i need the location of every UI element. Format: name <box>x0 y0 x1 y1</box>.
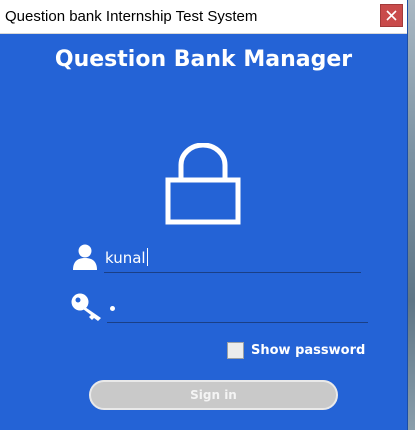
sign-in-label: Sign in <box>190 388 237 402</box>
title-bar[interactable]: Question bank Internship Test System <box>0 0 407 34</box>
window-title: Question bank Internship Test System <box>5 8 258 25</box>
page-title: Question Bank Manager <box>54 47 353 72</box>
desktop-background <box>407 0 415 430</box>
password-underline <box>107 322 368 323</box>
key-icon <box>71 293 101 321</box>
close-icon <box>386 10 397 21</box>
lock-icon <box>165 143 241 225</box>
username-value: kunal <box>105 249 146 267</box>
show-password-label: Show password <box>251 343 366 358</box>
text-caret <box>146 248 148 266</box>
username-field[interactable]: kunal <box>105 248 148 267</box>
login-window: Question bank Internship Test System Que… <box>0 0 407 430</box>
user-icon <box>73 244 97 270</box>
show-password-checkbox[interactable] <box>227 342 244 359</box>
sign-in-button[interactable]: Sign in <box>89 380 338 410</box>
username-underline <box>104 272 361 273</box>
password-field[interactable] <box>110 306 115 311</box>
close-button[interactable] <box>380 4 403 27</box>
